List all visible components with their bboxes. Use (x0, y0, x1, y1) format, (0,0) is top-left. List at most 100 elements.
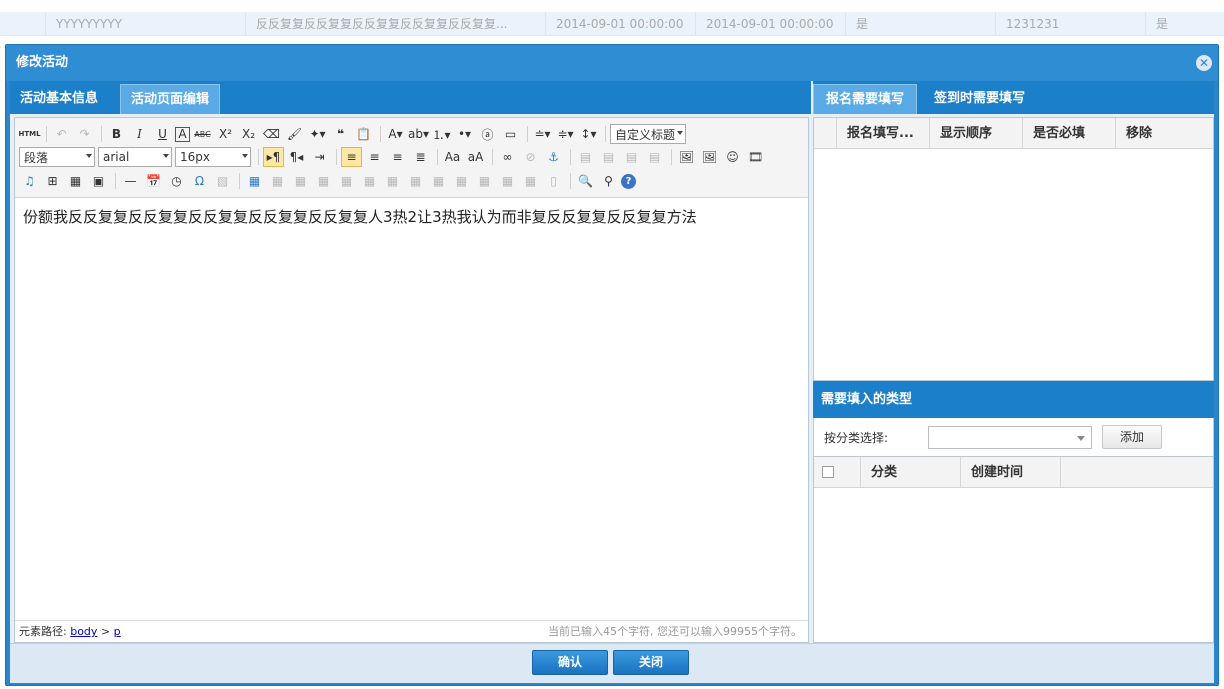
path-p-link[interactable]: p (114, 625, 121, 638)
tab-page-edit[interactable]: 活动页面编辑 (120, 84, 221, 114)
grid-header-field[interactable]: 报名填写... (837, 118, 930, 148)
link-icon[interactable]: ∞ (497, 147, 518, 167)
autotypeset-icon[interactable]: ✦▾ (307, 124, 328, 144)
strikethrough-icon[interactable]: ABC (192, 124, 213, 144)
font-border-icon[interactable]: A (175, 126, 190, 142)
font-color-icon[interactable]: A▾ (385, 124, 406, 144)
add-button[interactable]: 添加 (1102, 425, 1162, 449)
row-spacing-top-icon[interactable]: ≐▾ (532, 124, 553, 144)
clear-doc-icon[interactable]: ▭ (500, 124, 521, 144)
grid-header-required[interactable]: 是否必填 (1023, 118, 1116, 148)
font-family-select[interactable]: arial (98, 147, 172, 167)
confirm-button[interactable]: 确认 (532, 650, 608, 675)
grid-header-order[interactable]: 显示顺序 (930, 118, 1023, 148)
merge-right-icon[interactable]: ▦ (428, 171, 449, 191)
date-icon[interactable]: 📅 (143, 171, 164, 191)
tab-checkin-fields[interactable]: 签到时需要填写 (922, 84, 1037, 114)
tab-signup-fields[interactable]: 报名需要填写 (813, 84, 918, 114)
delete-row-icon[interactable]: ▦ (336, 171, 357, 191)
insert-frame-icon[interactable]: ▣ (88, 171, 109, 191)
merge-down-icon[interactable]: ▦ (451, 171, 472, 191)
special-chars-icon[interactable]: Ω (189, 171, 210, 191)
indent-icon[interactable]: ⇥ (309, 147, 330, 167)
attachment-icon[interactable]: ⊞ (42, 171, 63, 191)
signup-fields-grid: 报名填写... 显示顺序 是否必填 移除 (813, 117, 1214, 381)
grid-header: 分类 创建时间 (814, 457, 1213, 488)
html-source-icon[interactable]: HTML (18, 124, 40, 144)
unlink-icon[interactable]: ⊘ (520, 147, 541, 167)
charts-icon[interactable]: ▯ (543, 171, 564, 191)
align-center-icon[interactable]: ≡ (364, 147, 385, 167)
blockquote-icon[interactable]: ❝ (330, 124, 351, 144)
redo-icon[interactable]: ↷ (74, 124, 95, 144)
align-right-icon[interactable]: ≡ (387, 147, 408, 167)
delete-table-icon[interactable]: ▦ (267, 171, 288, 191)
search-replace-icon[interactable]: ⚲ (598, 171, 619, 191)
music-icon[interactable]: ♫ (19, 171, 40, 191)
split-to-rows-icon[interactable]: ▦ (497, 171, 518, 191)
preview-icon[interactable]: 🔍 (575, 171, 596, 191)
unordered-list-icon[interactable]: •▾ (454, 124, 475, 144)
superscript-icon[interactable]: X² (215, 124, 236, 144)
split-to-cols-icon[interactable]: ▦ (520, 171, 541, 191)
font-size-select[interactable]: 16px (175, 147, 251, 167)
anchor-icon[interactable]: ⚓ (543, 147, 564, 167)
rich-text-editor: HTML ↶ ↷ B I U A ABC X² X₂ ⌫ 🖌 ✦▾ ❝ 📋 A▾… (14, 117, 809, 643)
close-button[interactable]: 关闭 (613, 650, 689, 675)
map-icon[interactable]: ▦ (65, 171, 86, 191)
ltr-icon[interactable]: ▸¶ (263, 147, 284, 167)
time-icon[interactable]: ◷ (166, 171, 187, 191)
simple-upload-icon[interactable]: 🖼 (676, 147, 697, 167)
close-icon[interactable]: ✕ (1196, 55, 1212, 71)
delete-col-icon[interactable]: ▦ (382, 171, 403, 191)
ordered-list-icon[interactable]: ⒈▾ (431, 124, 452, 144)
table-cell: 2014-09-01 00:00:00 (546, 12, 696, 35)
row-spacing-bottom-icon[interactable]: ≑▾ (555, 124, 576, 144)
subscript-icon[interactable]: X₂ (238, 124, 259, 144)
align-left-icon[interactable]: ≡ (341, 147, 362, 167)
line-height-icon[interactable]: ↕▾ (578, 124, 599, 144)
format-brush-icon[interactable]: 🖌 (284, 124, 305, 144)
select-all-checkbox[interactable] (822, 466, 834, 478)
wordimage-icon[interactable]: ▧ (212, 171, 233, 191)
emotion-icon[interactable]: ☺ (722, 147, 743, 167)
highlight-color-icon[interactable]: ab▾ (408, 124, 429, 144)
image-left-icon[interactable]: ▤ (598, 147, 619, 167)
underline-icon[interactable]: U (152, 124, 173, 144)
table-row[interactable]: YYYYYYYYY 反反复复反反复复反反复复反反复复反反复复... 2014-0… (0, 12, 1224, 36)
custom-heading-select[interactable]: 自定义标题 (610, 124, 686, 144)
insert-row-icon[interactable]: ▦ (313, 171, 334, 191)
image-none-icon[interactable]: ▤ (575, 147, 596, 167)
horizontal-rule-icon[interactable]: — (120, 171, 141, 191)
align-justify-icon[interactable]: ≣ (410, 147, 431, 167)
insert-video-icon[interactable]: 🎞 (745, 147, 766, 167)
split-to-cells-icon[interactable]: ▦ (474, 171, 495, 191)
select-all-icon[interactable]: ⓐ (477, 124, 498, 144)
to-lowercase-icon[interactable]: aA (465, 147, 486, 167)
to-uppercase-icon[interactable]: Aa (442, 147, 463, 167)
insert-paragraph-before-table-icon[interactable]: ▦ (290, 171, 311, 191)
insert-table-icon[interactable]: ▦ (244, 171, 265, 191)
insert-col-icon[interactable]: ▦ (359, 171, 380, 191)
category-select[interactable] (928, 426, 1092, 449)
insert-image-icon[interactable]: 🖼 (699, 147, 720, 167)
help-icon[interactable]: ? (621, 173, 636, 189)
paste-text-icon[interactable]: 📋 (353, 124, 374, 144)
paragraph-select[interactable]: 段落 (19, 147, 95, 167)
merge-cells-icon[interactable]: ▦ (405, 171, 426, 191)
undo-icon[interactable]: ↶ (51, 124, 72, 144)
dialog-title: 修改活动 (6, 45, 1218, 81)
table-cell: YYYYYYYYY (46, 12, 246, 35)
image-center-icon[interactable]: ▤ (644, 147, 665, 167)
grid-header-created[interactable]: 创建时间 (961, 457, 1061, 487)
italic-icon[interactable]: I (129, 124, 150, 144)
rtl-icon[interactable]: ¶◂ (286, 147, 307, 167)
editor-content[interactable]: 份额我反反复复反反复复反反复复反反复复反反复复人3热2让3热我认为而非复反反复复… (23, 206, 697, 227)
eraser-icon[interactable]: ⌫ (261, 124, 282, 144)
grid-header-remove[interactable]: 移除 (1116, 118, 1209, 148)
tab-basic-info[interactable]: 活动基本信息 (10, 84, 108, 114)
bold-icon[interactable]: B (106, 124, 127, 144)
path-body-link[interactable]: body (70, 625, 97, 638)
image-right-icon[interactable]: ▤ (621, 147, 642, 167)
grid-header-category[interactable]: 分类 (861, 457, 961, 487)
